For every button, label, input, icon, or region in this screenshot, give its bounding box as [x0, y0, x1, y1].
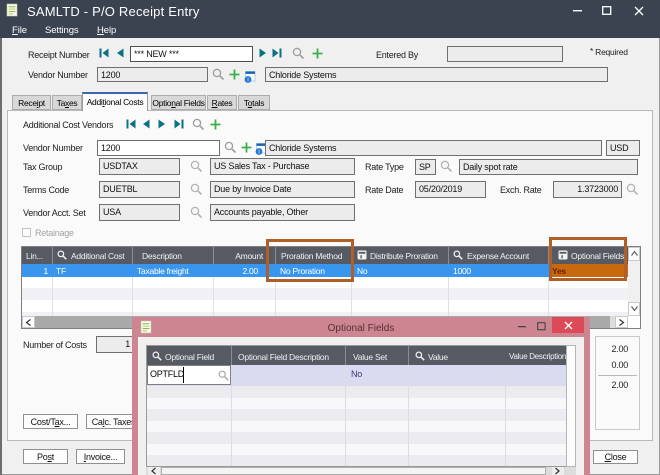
svg-text:i: i	[247, 78, 248, 84]
svg-text:i: i	[258, 150, 259, 156]
